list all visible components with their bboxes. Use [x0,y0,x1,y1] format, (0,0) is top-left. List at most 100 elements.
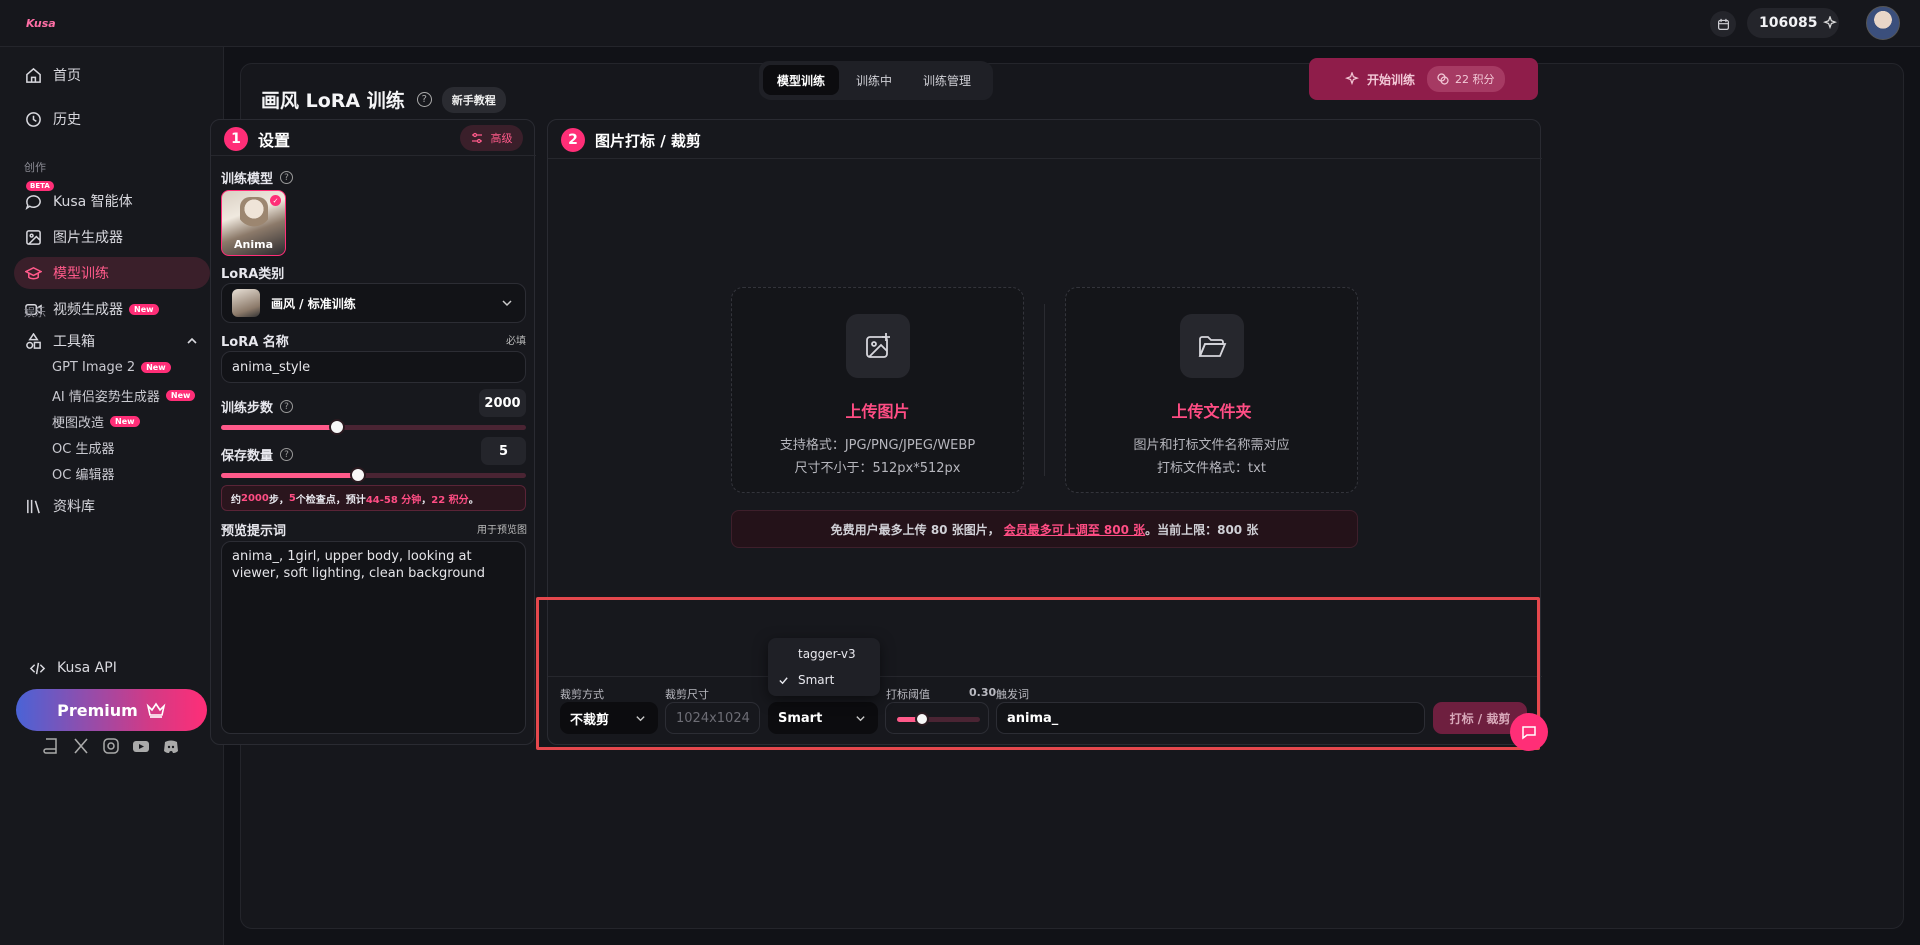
tool-oc-editor[interactable]: OC 编辑器 [52,464,114,483]
advanced-button[interactable]: 高级 [460,125,523,151]
help-icon[interactable]: ? [416,92,432,107]
estimate-banner: 约 2000 步， 5 个检查点，预计 44-58 分钟， 22 积分。 [221,485,526,511]
tab-model-training[interactable]: 模型训练 [763,65,839,95]
sliders-icon [471,132,482,144]
save-count-slider[interactable] [221,467,526,483]
preview-prompt-textarea[interactable]: anima_, 1girl, upper body, looking at vi… [221,541,526,734]
threshold-slider-thumb[interactable] [914,712,929,726]
sidebar-item-image-generator[interactable]: 图片生成器 [14,221,210,253]
upgrade-link[interactable]: 会员最多可上调至 800 张 [1004,521,1145,538]
tab-training[interactable]: 训练中 [839,65,909,95]
premium-button[interactable]: Premium [16,689,207,731]
tool-couple-pose[interactable]: AI 情侣姿势生成器 New [52,386,196,405]
sidebar-item-home[interactable]: 首页 [14,59,210,91]
sidebar: 首页 历史 创作 Kusa 智能体 BETA 图片生成器 模型训练 视频生成器 … [0,47,224,945]
avatar[interactable] [1866,6,1900,40]
new-badge: New [141,362,171,373]
chevron-down-icon [502,300,512,307]
tool-meme-remix[interactable]: 梗图改造 New [52,412,140,431]
shapes-icon [26,332,41,349]
threshold-label: 打标阈值 [886,688,930,701]
steps-value-box[interactable]: 2000 [479,389,526,417]
steps-label: 训练步数 ? [221,397,294,416]
help-icon[interactable]: ? [280,400,294,413]
cost-badge: 22 积分 [1427,66,1505,92]
model-thumbnail [240,197,268,237]
steps-slider[interactable] [221,419,526,435]
library-icon [27,499,40,513]
steps-slider-thumb[interactable] [328,419,345,435]
tagging-header: 2 图片打标 / 裁剪 [561,128,701,152]
tool-gpt-image-2[interactable]: GPT Image 2 New [52,360,171,375]
upload-folder-dropzone[interactable]: 上传文件夹 图片和打标文件名称需对应 打标文件格式：txt [1065,287,1358,493]
model-card-anima[interactable]: ✓ Anima [221,190,286,256]
tagger-option-v3[interactable]: tagger-v3 [768,642,880,666]
crop-size-input[interactable]: 1024x1024 [665,702,760,734]
book-icon[interactable] [42,737,60,755]
section-fun: 娱乐 [24,306,46,319]
new-badge: New [165,390,196,401]
upload-images-dropzone[interactable]: 上传图片 支持格式：JPG/PNG/JPEG/WEBP 尺寸不小于：512px*5… [731,287,1024,493]
model-name: Anima [234,238,273,251]
support-chat-button[interactable] [1510,713,1548,751]
lora-type-select[interactable]: 画风 / 标准训练 [221,283,526,323]
sidebar-item-agent[interactable]: Kusa 智能体 BETA [14,181,210,217]
tagger-dropdown-menu: tagger-v3 Smart [768,638,880,696]
page-title: 画风 LoRA 训练 [261,90,405,112]
youtube-icon[interactable] [132,737,150,755]
history-icon [26,111,41,127]
start-training-button[interactable]: 开始训练 22 积分 [1309,58,1538,100]
top-bar: Kusa 106085 [0,0,1920,47]
tool-oc-generator[interactable]: OC 生成器 [52,438,114,457]
tagger-select[interactable]: Smart [768,702,878,734]
discord-icon[interactable] [162,737,180,755]
threshold-slider[interactable] [897,712,980,726]
x-icon[interactable] [72,737,90,755]
crop-mode-select[interactable]: 不裁剪 [560,702,658,734]
save-slider-fill [221,473,359,478]
sparkle-icon [1823,16,1838,30]
coins-icon [1437,73,1449,85]
save-slider-thumb[interactable] [350,467,367,483]
check-icon [779,676,788,684]
trigger-word-input[interactable]: anima_ [996,702,1425,734]
crown-icon [146,702,166,718]
save-count-value-box[interactable]: 5 [481,437,526,465]
credits-badge[interactable]: 106085 [1747,8,1839,38]
sidebar-item-library[interactable]: 资料库 [14,490,210,522]
section-create: 创作 [24,161,46,174]
new-badge: New [129,303,159,315]
sidebar-item-model-training[interactable]: 模型训练 [14,257,210,289]
mode-tabs: 模型训练 训练中 训练管理 [759,61,991,99]
chevron-down-icon [856,715,865,721]
required-hint: 必填 [506,336,526,347]
sparkle-icon [1345,72,1359,86]
sidebar-item-history[interactable]: 历史 [14,103,210,135]
step-number: 1 [224,127,248,151]
tagger-option-smart[interactable]: Smart [768,668,880,692]
instagram-icon[interactable] [102,737,120,755]
help-icon[interactable]: ? [280,448,294,461]
lora-name-input[interactable]: anima_style [221,351,526,383]
sidebar-item-api[interactable]: Kusa API [18,652,214,684]
tagging-panel: 2 图片打标 / 裁剪 上传图片 支持格式：JPG/PNG/JPEG/WEBP 尺… [547,119,1542,745]
chat-icon [25,194,41,210]
sidebar-item-toolbox[interactable]: 工具箱 [14,325,210,357]
settings-header: 1 设置 [224,127,290,151]
folder-open-icon [1179,314,1244,378]
model-label: 训练模型 ? [221,168,294,187]
social-links [42,737,180,755]
home-icon [26,67,41,83]
prompt-label: 预览提示词 [221,524,287,539]
calendar-icon[interactable] [1710,11,1736,37]
tutorial-button[interactable]: 新手教程 [441,86,506,113]
tagging-title: 图片打标 / 裁剪 [595,131,701,150]
page-header: 画风 LoRA 训练 ? 新手教程 [261,86,506,113]
new-badge: New [110,416,140,427]
tab-training-management[interactable]: 训练管理 [909,65,985,95]
help-icon[interactable]: ? [280,171,294,184]
threshold-value: 0.30 [969,686,997,699]
image-plus-icon [845,314,910,378]
logo[interactable]: Kusa [26,12,56,32]
check-icon: ✓ [270,195,281,206]
